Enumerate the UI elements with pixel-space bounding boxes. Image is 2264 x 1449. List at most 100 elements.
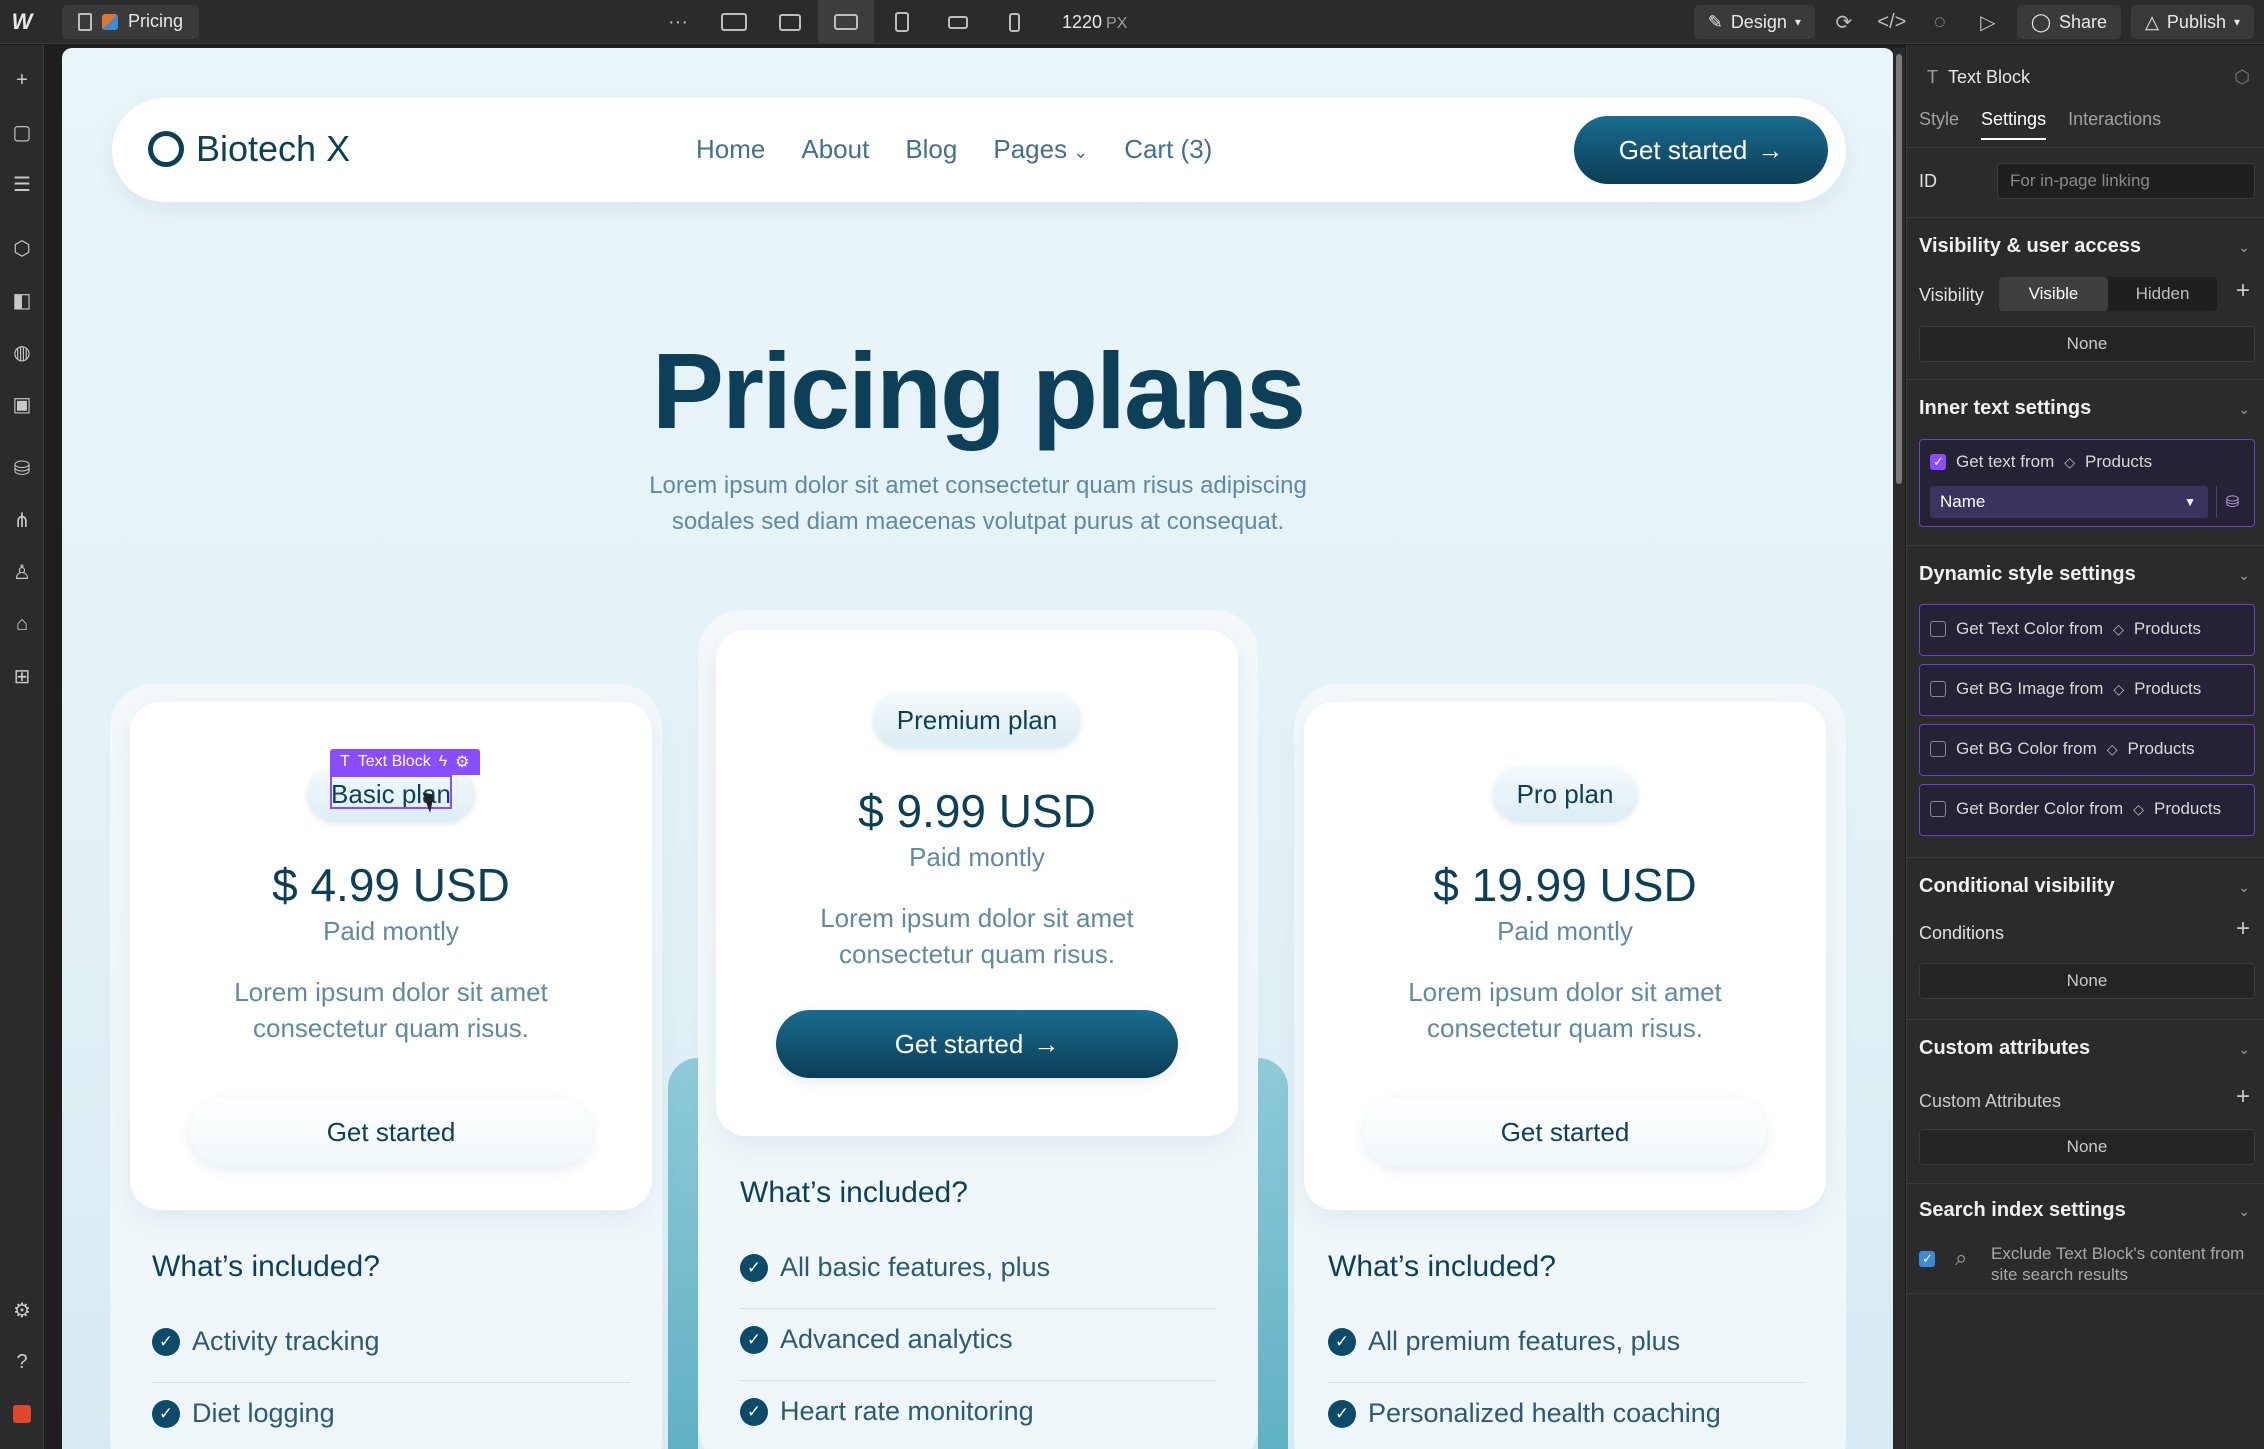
webflow-logo-icon[interactable]: W: [0, 0, 44, 44]
component-icon[interactable]: ⬡: [2234, 67, 2250, 88]
comment-icon[interactable]: ◌: [1921, 5, 1959, 39]
plan-get-started-button[interactable]: Get started: [1364, 1098, 1766, 1166]
panel-tabs: Style Settings Interactions: [1919, 109, 2161, 140]
dynamic-binding-row[interactable]: Get Border Color from ◇ Products: [1930, 799, 2221, 819]
page-selector[interactable]: Pricing: [62, 4, 200, 39]
share-button[interactable]: ◯ Share: [2016, 5, 2122, 39]
variables-icon[interactable]: ◍: [9, 339, 35, 365]
chevron-down-icon[interactable]: ⌄: [2238, 1041, 2250, 1058]
checkbox[interactable]: [1930, 681, 1946, 697]
styles-icon[interactable]: ◧: [9, 287, 35, 313]
pages-icon[interactable]: ▢: [9, 119, 35, 145]
site-brand[interactable]: Biotech X: [148, 128, 350, 170]
dynamic-binding-row[interactable]: Get BG Image from ◇ Products: [1930, 679, 2201, 699]
apps-icon[interactable]: ⊞: [9, 663, 35, 689]
cms-icon[interactable]: ⛁: [9, 455, 35, 481]
plan-name[interactable]: Premium plan: [897, 705, 1057, 736]
checkbox[interactable]: [1930, 801, 1946, 817]
selection-label[interactable]: T Text Block ϟ ⚙: [330, 749, 480, 775]
plan-get-started-button[interactable]: Get started: [190, 1098, 592, 1166]
page-icon: [78, 12, 92, 31]
checkbox[interactable]: [1930, 621, 1946, 637]
mobile-landscape-icon[interactable]: [930, 0, 986, 44]
help-icon[interactable]: ?: [9, 1349, 35, 1375]
divider: [1907, 1183, 2264, 1184]
more-icon[interactable]: ···: [650, 0, 706, 44]
add-icon[interactable]: +: [2236, 915, 2250, 943]
included-title: What’s included?: [1328, 1250, 1556, 1283]
checkbox[interactable]: [1930, 741, 1946, 757]
feature-item: ✓ Advanced analytics: [740, 1324, 1013, 1355]
database-icon[interactable]: ⛁: [2216, 486, 2248, 518]
field-select[interactable]: Name ▼: [1930, 486, 2208, 518]
get-text-checkbox[interactable]: [1930, 454, 1946, 470]
tab-style[interactable]: Style: [1919, 109, 1959, 140]
dynamic-binding-row[interactable]: Get BG Color from ◇ Products: [1930, 739, 2195, 759]
user-icon: ◯: [2030, 11, 2052, 32]
users-icon[interactable]: ♙: [9, 559, 35, 585]
hidden-option[interactable]: Hidden: [2108, 277, 2217, 311]
publish-button[interactable]: △ Publish ▾: [2131, 5, 2254, 39]
add-icon[interactable]: +: [2236, 277, 2250, 305]
scrollbar-thumb[interactable]: [1896, 54, 1902, 484]
desktop-base-icon[interactable]: [818, 0, 874, 44]
nav-about[interactable]: About: [801, 134, 869, 165]
nav-get-started-button[interactable]: Get started →: [1574, 116, 1828, 184]
tab-settings[interactable]: Settings: [1981, 109, 2047, 140]
mobile-portrait-icon[interactable]: [986, 0, 1042, 44]
app-badge-icon[interactable]: [9, 1401, 35, 1427]
nav-pages[interactable]: Pages ⌄: [993, 134, 1088, 165]
settings-gear-icon[interactable]: ⚙: [455, 752, 469, 772]
chevron-down-icon[interactable]: ⌄: [2238, 239, 2250, 256]
plan-name[interactable]: Pro plan: [1517, 779, 1614, 810]
feature-item: ✓ Heart rate monitoring: [740, 1396, 1034, 1427]
chevron-down-icon[interactable]: ⌄: [2238, 401, 2250, 418]
visibility-section-title[interactable]: Visibility & user access: [1919, 235, 2141, 258]
add-icon[interactable]: +: [2236, 1083, 2250, 1111]
design-mode-button[interactable]: ✎ Design ▾: [1693, 5, 1815, 39]
chevron-down-icon[interactable]: ⌄: [2238, 567, 2250, 584]
conditions-none[interactable]: None: [1919, 963, 2255, 999]
dynamic-binding: Get Text Color from ◇ Products: [1919, 604, 2255, 656]
code-icon[interactable]: </>: [1873, 5, 1911, 39]
settings-gear-icon[interactable]: ⚙: [9, 1297, 35, 1323]
assets-icon[interactable]: ▣: [9, 391, 35, 417]
visibility-none[interactable]: None: [1919, 326, 2255, 362]
add-icon[interactable]: +: [9, 67, 35, 93]
dynamic-binding-row[interactable]: Get Text Color from ◇ Products: [1930, 619, 2201, 639]
checkbox[interactable]: [1919, 1251, 1935, 1267]
nav-cart[interactable]: Cart (3): [1124, 134, 1212, 165]
search-index-section-title[interactable]: Search index settings: [1919, 1199, 2126, 1222]
id-input[interactable]: For in-page linking: [1997, 163, 2255, 199]
included-title: What’s included?: [152, 1250, 380, 1283]
ecommerce-icon[interactable]: ⌂: [9, 611, 35, 637]
desktop-icon[interactable]: [762, 0, 818, 44]
visible-option[interactable]: Visible: [1999, 277, 2108, 311]
plan-get-started-button[interactable]: Get started →: [776, 1010, 1178, 1078]
design-canvas[interactable]: Biotech X Home About Blog Pages ⌄ Cart (3…: [62, 48, 1894, 1449]
tablet-icon[interactable]: [874, 0, 930, 44]
navigator-icon[interactable]: ☰: [9, 171, 35, 197]
chevron-down-icon[interactable]: ⌄: [2238, 1203, 2250, 1220]
arrow-right-icon: →: [1033, 1028, 1060, 1059]
preview-play-icon[interactable]: ▷: [1969, 5, 2007, 39]
search-exclude-checkbox[interactable]: [1919, 1251, 1935, 1272]
feature-item: ✓ All premium features, plus: [1328, 1326, 1680, 1357]
chevron-down-icon[interactable]: ⌄: [2238, 879, 2250, 896]
desktop-large-icon[interactable]: [706, 0, 762, 44]
nav-blog[interactable]: Blog: [905, 134, 957, 165]
custom-attributes-none[interactable]: None: [1919, 1129, 2255, 1165]
get-text-from-row[interactable]: Get text from ◇ Products: [1930, 452, 2152, 472]
custom-attributes-section-title[interactable]: Custom attributes: [1919, 1037, 2090, 1060]
nav-home[interactable]: Home: [696, 134, 765, 165]
tab-interactions[interactable]: Interactions: [2068, 109, 2161, 140]
dynamic-style-section-title[interactable]: Dynamic style settings: [1919, 563, 2136, 586]
canvas-scrollbar[interactable]: [1893, 48, 1905, 1449]
components-icon[interactable]: ⬡: [9, 235, 35, 261]
conditional-section-title[interactable]: Conditional visibility: [1919, 875, 2115, 898]
plan-period: Paid montly: [323, 916, 459, 946]
canvas-width[interactable]: 1220 PX: [1062, 12, 1127, 33]
inner-text-section-title[interactable]: Inner text settings: [1919, 397, 2091, 420]
logic-icon[interactable]: ⋔: [9, 507, 35, 533]
sync-icon[interactable]: ⟳: [1825, 5, 1863, 39]
